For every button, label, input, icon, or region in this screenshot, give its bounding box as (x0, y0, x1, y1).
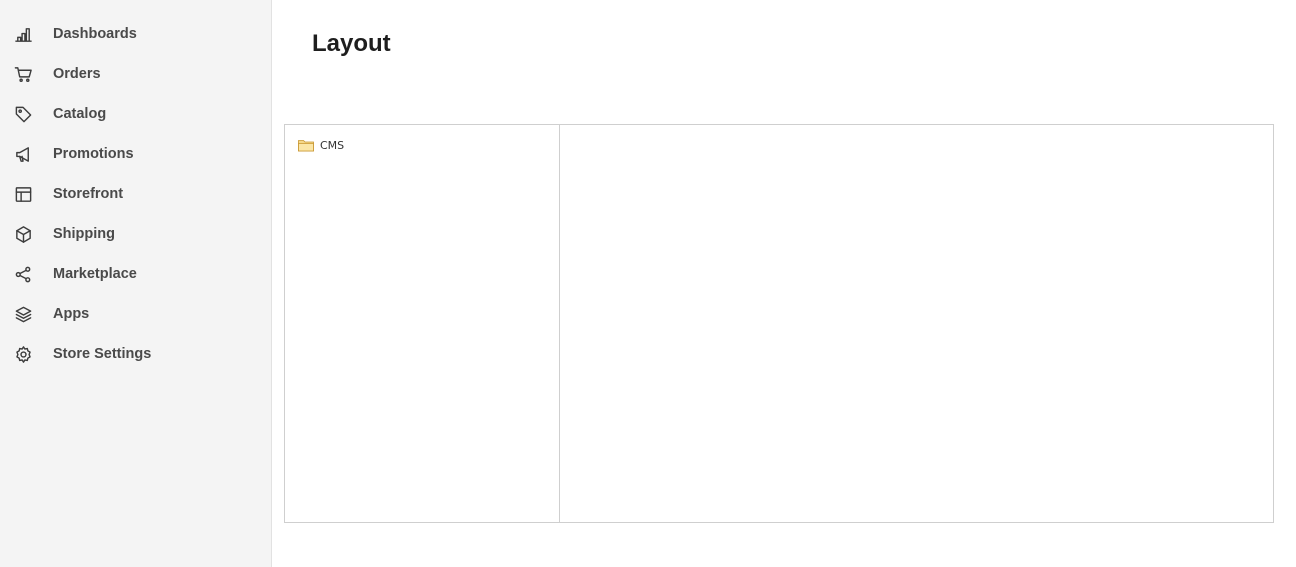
sidebar-item-dashboards[interactable]: Dashboards (0, 14, 271, 54)
sidebar-item-label: Promotions (53, 146, 134, 162)
content-pane (560, 125, 1273, 522)
layout-icon (13, 184, 33, 204)
page-title: Layout (312, 30, 391, 57)
folder-icon (298, 139, 314, 152)
sidebar-item-promotions[interactable]: Promotions (0, 134, 271, 174)
sidebar-item-label: Shipping (53, 226, 116, 242)
sidebar-item-label: Marketplace (53, 266, 137, 282)
tag-icon (13, 104, 33, 124)
main-content: Layout CMS (272, 0, 1296, 567)
bar-chart-icon (13, 24, 33, 44)
tree-node-label: CMS (320, 139, 345, 152)
sidebar-item-label: Dashboards (53, 26, 137, 42)
sidebar-item-label: Apps (53, 306, 90, 322)
box-icon (13, 224, 33, 244)
layout-panel: CMS (284, 124, 1274, 523)
tree-pane: CMS (285, 125, 560, 522)
sidebar-item-orders[interactable]: Orders (0, 54, 271, 94)
sidebar-item-label: Orders (53, 66, 101, 82)
share-icon (13, 264, 33, 284)
sidebar-item-apps[interactable]: Apps (0, 294, 271, 334)
layers-icon (13, 304, 33, 324)
sidebar-item-label: Storefront (53, 186, 124, 202)
sidebar-item-catalog[interactable]: Catalog (0, 94, 271, 134)
tree-node-cms[interactable]: CMS (298, 139, 559, 152)
megaphone-icon (13, 144, 33, 164)
app-window: Dashboards Orders Catalog Promotions Sto… (0, 0, 1296, 567)
sidebar-item-label: Store Settings (53, 346, 152, 362)
sidebar-item-marketplace[interactable]: Marketplace (0, 254, 271, 294)
sidebar-item-storefront[interactable]: Storefront (0, 174, 271, 214)
sidebar-item-shipping[interactable]: Shipping (0, 214, 271, 254)
sidebar: Dashboards Orders Catalog Promotions Sto… (0, 0, 272, 567)
gear-icon (13, 344, 33, 364)
cart-icon (13, 64, 33, 84)
sidebar-item-store-settings[interactable]: Store Settings (0, 334, 271, 374)
sidebar-item-label: Catalog (53, 106, 107, 122)
